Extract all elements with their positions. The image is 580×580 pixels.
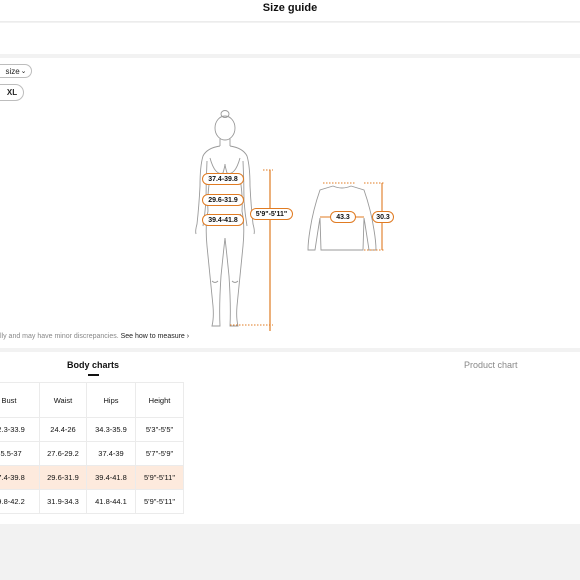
waist-value: 29.6-31.9	[208, 196, 238, 204]
column-header-waist: Waist	[39, 382, 87, 418]
cell-value: 41.8-44.1	[95, 497, 127, 506]
bust-measurement-label: 37.4-39.8	[202, 173, 244, 185]
table-cell: 35.5-37	[0, 441, 40, 466]
cell-value: 5'9"-5'11"	[144, 473, 175, 482]
table-cell: 24.4-26	[39, 417, 87, 442]
header-label: Waist	[53, 395, 73, 405]
size-guide-page: Size guide size ⌄ XL 37.4-39.8 29.6-31.9…	[0, 0, 580, 580]
size-unit-dropdown[interactable]: size ⌄	[0, 64, 32, 78]
hips-measurement-label: 39.4-41.8	[202, 214, 244, 226]
table-cell: 5'3"-5'5"	[135, 417, 184, 442]
table-cell: 41.8-44.1	[86, 489, 136, 514]
table-cell: 27.6-29.2	[39, 441, 87, 466]
cell-value: 37.4-39	[98, 449, 124, 458]
table-cell: 32.3-33.9	[0, 417, 40, 442]
garment-width-value: 43.3	[336, 213, 350, 221]
cell-value: 39.8-42.2	[0, 497, 25, 506]
cell-value: 5'7"-5'9"	[145, 449, 174, 458]
header-label: Height	[148, 395, 171, 405]
garment-length-value: 30.3	[376, 213, 390, 221]
header-spacer	[0, 23, 580, 54]
table-cell: 31.9-34.3	[39, 489, 87, 514]
table-cell: 34.3-35.9	[86, 417, 136, 442]
cell-value: 29.6-31.9	[47, 473, 79, 482]
cell-value: 35.5-37	[0, 449, 22, 458]
chevron-right-icon: ›	[186, 333, 190, 340]
column-header-height: Height	[135, 382, 184, 418]
cell-value: 5'3"-5'5"	[145, 425, 174, 434]
hips-value: 39.4-41.8	[208, 216, 238, 224]
header-label: Hips	[103, 395, 119, 405]
garment-length-label: 30.3	[372, 211, 394, 223]
waist-measurement-label: 29.6-31.9	[202, 194, 244, 206]
column-header-bust: Bust	[0, 382, 40, 418]
table-header-row: Bust Waist Hips Height	[0, 382, 184, 418]
table-cell: 39.4-41.8	[86, 465, 136, 490]
size-option-xl[interactable]: XL	[0, 84, 24, 101]
table-row-highlighted[interactable]: 37.4-39.8 29.6-31.9 39.4-41.8 5'9"-5'11"	[0, 465, 184, 490]
tab-product-chart[interactable]: Product chart	[464, 360, 518, 370]
size-option-label: XL	[6, 88, 18, 97]
cell-value: 27.6-29.2	[47, 449, 79, 458]
measurement-disclaimer: lly and may have minor discrepancies. Se…	[0, 333, 189, 340]
column-header-hips: Hips	[86, 382, 136, 418]
table-cell: 37.4-39	[86, 441, 136, 466]
see-how-to-measure-label: See how to measure	[120, 333, 185, 340]
table-row[interactable]: 39.8-42.2 31.9-34.3 41.8-44.1 5'9"-5'11"	[0, 489, 184, 514]
size-chart-section: Body charts Product chart Bust Waist Hip…	[0, 352, 580, 524]
measurement-card: size ⌄ XL 37.4-39.8 29.6-31.9 39.4-41.8 …	[0, 58, 580, 348]
table-cell: 5'9"-5'11"	[135, 465, 184, 490]
table-row[interactable]: 35.5-37 27.6-29.2 37.4-39 5'7"-5'9"	[0, 441, 184, 466]
cell-value: 5'9"-5'11"	[144, 497, 175, 506]
disclaimer-text: lly and may have minor discrepancies.	[0, 333, 119, 340]
cell-value: 31.9-34.3	[47, 497, 79, 506]
tab-body-charts[interactable]: Body charts	[67, 360, 119, 370]
garment-width-label: 43.3	[330, 211, 356, 223]
height-measurement-label: 5'9"-5'11"	[250, 208, 293, 220]
cell-value: 34.3-35.9	[95, 425, 127, 434]
chevron-down-icon: ⌄	[20, 68, 27, 75]
header-label: Bust	[1, 395, 17, 405]
size-unit-label: size	[5, 66, 20, 76]
see-how-to-measure-link[interactable]: See how to measure ›	[121, 333, 190, 340]
table-cell: 5'7"-5'9"	[135, 441, 184, 466]
height-value: 5'9"-5'11"	[255, 210, 288, 218]
table-cell: 37.4-39.8	[0, 465, 40, 490]
cell-value: 37.4-39.8	[0, 473, 25, 482]
cell-value: 39.4-41.8	[95, 473, 127, 482]
cell-value: 32.3-33.9	[0, 425, 25, 434]
table-row[interactable]: 32.3-33.9 24.4-26 34.3-35.9 5'3"-5'5"	[0, 417, 184, 442]
table-cell: 5'9"-5'11"	[135, 489, 184, 514]
table-cell: 29.6-31.9	[39, 465, 87, 490]
table-cell: 39.8-42.2	[0, 489, 40, 514]
active-tab-indicator	[88, 374, 99, 376]
header-bar: Size guide	[0, 0, 580, 22]
cell-value: 24.4-26	[50, 425, 76, 434]
body-size-table: Bust Waist Hips Height 32.3-33.9 24.4-26…	[0, 382, 184, 514]
page-title: Size guide	[262, 2, 318, 14]
bust-value: 37.4-39.8	[208, 175, 238, 183]
